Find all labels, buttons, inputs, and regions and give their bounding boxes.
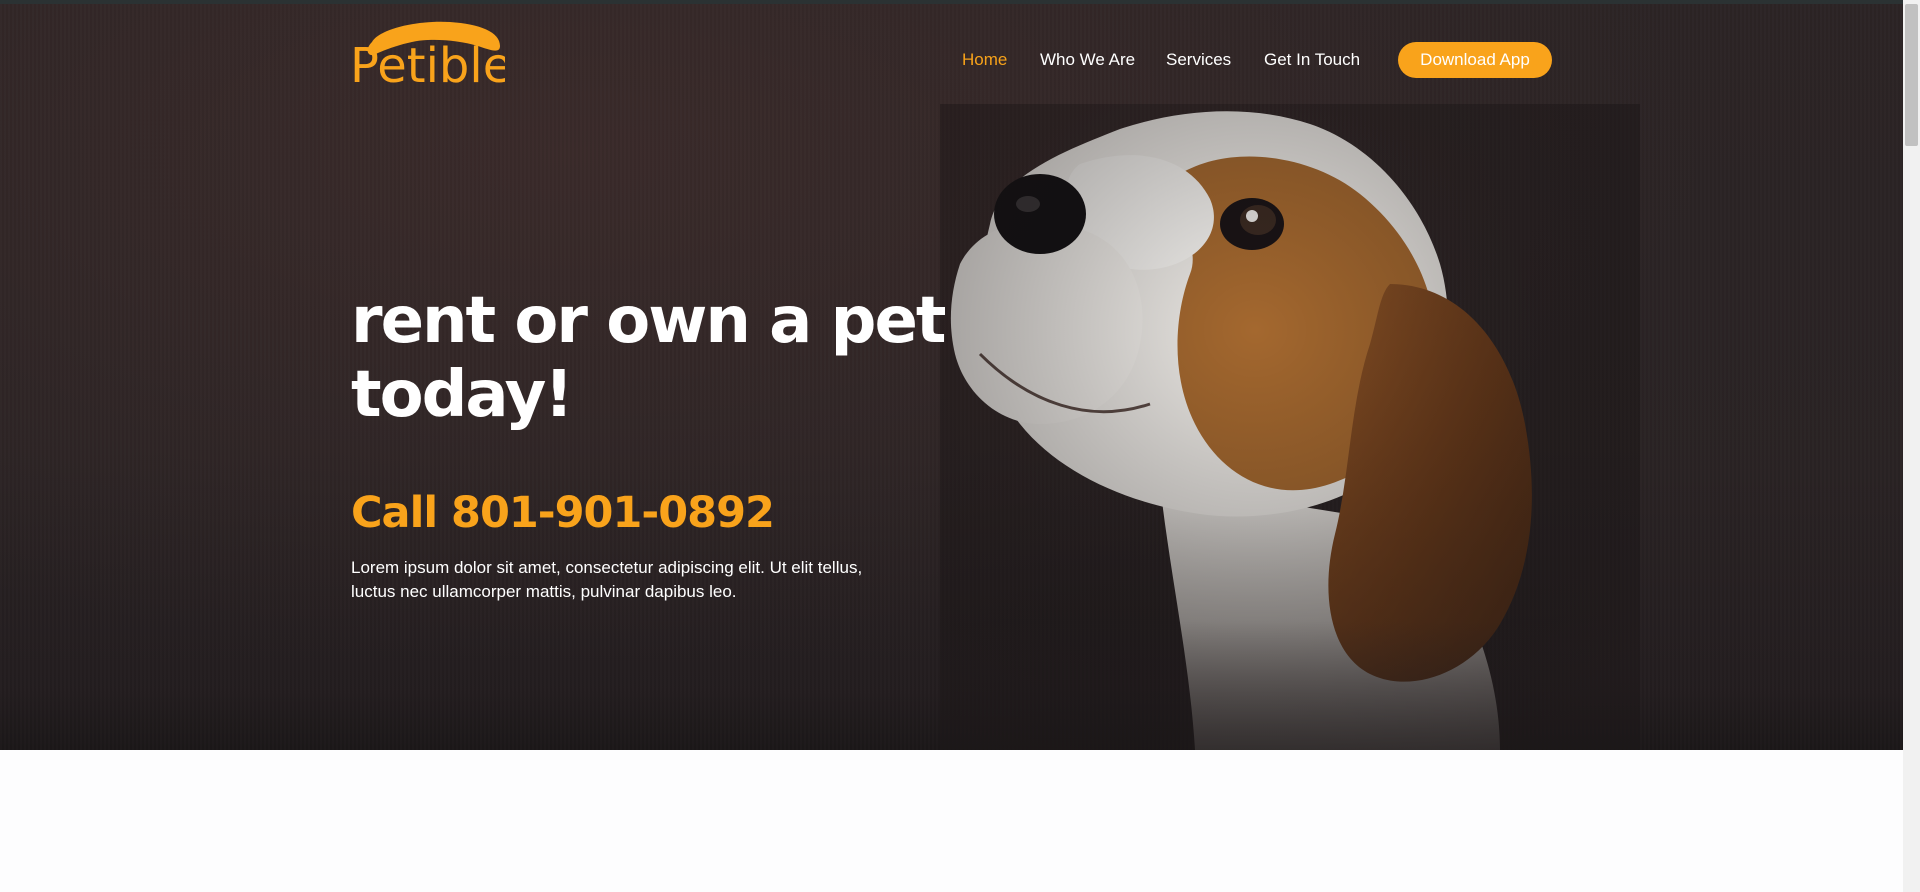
nav-item-who-we-are[interactable]: Who We Are [1040,42,1135,78]
hero-section: Petible Home Who We Are Services Get In … [0,4,1903,750]
hero-headline-line-2: today! [351,358,573,432]
hero-lead-text: Lorem ipsum dolor sit amet, consectetur … [351,558,863,601]
hero-phone[interactable]: Call 801-901-0892 [351,488,775,538]
beagle-puppy-image [940,104,1640,750]
hero-headline: rent or own a pet today! [351,284,951,432]
download-app-button[interactable]: Download App [1398,42,1552,78]
scrollbar-thumb[interactable] [1905,4,1918,146]
petible-logo[interactable]: Petible [350,20,505,88]
logo-text: Petible [350,38,505,88]
nav-item-get-in-touch[interactable]: Get In Touch [1264,42,1360,78]
nav-item-services[interactable]: Services [1166,42,1231,78]
nav-item-home[interactable]: Home [962,42,1007,78]
hero-headline-line-1: rent or own a pet [351,284,946,358]
